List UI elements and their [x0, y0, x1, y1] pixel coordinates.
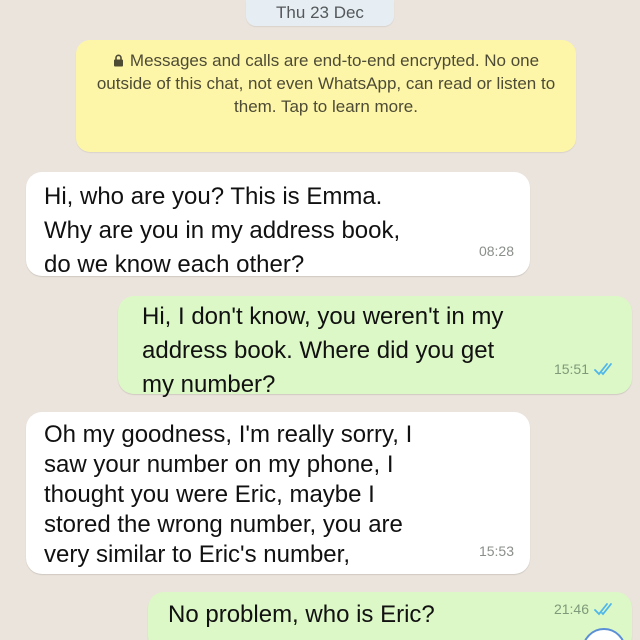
chat-area[interactable]: Thu 23 Dec Messages and calls are end-to… — [0, 0, 640, 640]
message-bubble-incoming[interactable]: Oh my goodness, I'm really sorry, I saw … — [26, 412, 530, 574]
message-line: Oh my goodness, I'm really sorry, I — [44, 421, 413, 448]
message-line: Hi, I don't know, you weren't in my — [142, 303, 504, 330]
message-bubble-outgoing[interactable]: Hi, I don't know, you weren't in my addr… — [118, 296, 632, 398]
message-line: thought you were Eric, maybe I — [44, 481, 375, 508]
message-line: saw your number on my phone, I — [44, 451, 394, 478]
encryption-notice-text: Messages and calls are end-to-end encryp… — [96, 51, 556, 116]
message-line: my number? — [142, 371, 276, 398]
double-check-icon — [594, 363, 612, 376]
lock-icon — [113, 54, 123, 67]
message-line: Hi, who are you? This is Emma. — [44, 183, 383, 210]
message-bubble-outgoing[interactable]: No problem, who is Eric? 21:46 — [148, 592, 632, 640]
message-bubble-incoming[interactable]: Hi, who are you? This is Emma. Why are y… — [26, 172, 530, 278]
message-time: 21:46 — [553, 601, 589, 617]
message-line: Why are you in my address book, — [44, 217, 401, 244]
encryption-notice[interactable]: Messages and calls are end-to-end encryp… — [76, 40, 576, 152]
message-line: very similar to Eric's number, — [44, 541, 350, 568]
date-separator: Thu 23 Dec — [246, 0, 394, 26]
message-time: 15:51 — [553, 361, 589, 377]
message-line: No problem, who is Eric? — [168, 601, 435, 628]
message-line: address book. Where did you get — [142, 337, 495, 364]
message-line: stored the wrong number, you are — [44, 511, 403, 538]
double-check-icon — [594, 603, 612, 616]
message-time: 15:53 — [478, 543, 514, 559]
message-time: 08:28 — [478, 243, 514, 259]
message-line: do we know each other? — [44, 251, 305, 278]
